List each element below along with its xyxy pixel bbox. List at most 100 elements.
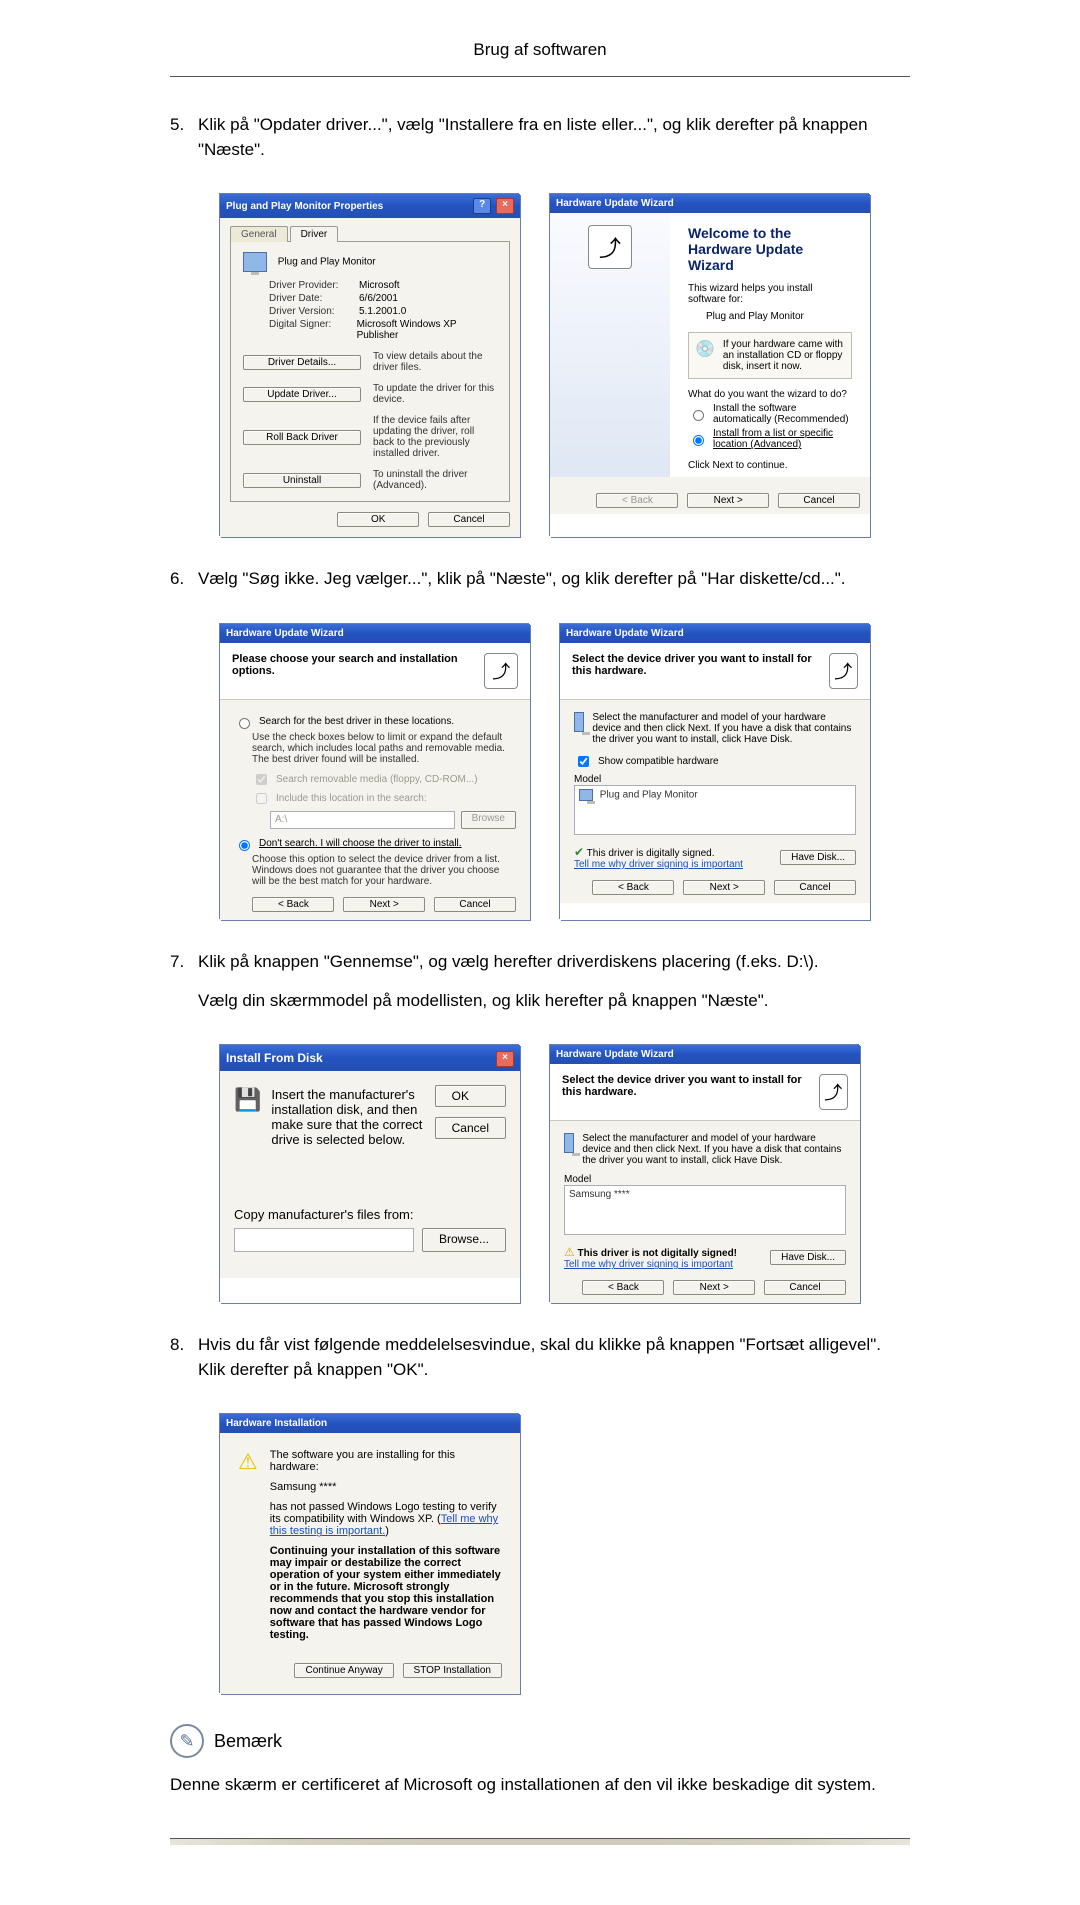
step-8: 8. Hvis du får vist følgende meddelelses… (170, 1333, 910, 1396)
continue-anyway-button[interactable]: Continue Anyway (294, 1663, 393, 1678)
step-body: Klik på knappen "Gennemse", og vælg here… (198, 950, 910, 1027)
close-icon[interactable]: × (496, 198, 514, 214)
wizard-icon: ⤴ (829, 653, 858, 689)
note-label: Bemærk (214, 1731, 282, 1752)
step-body: Klik på "Opdater driver...", vælg "Insta… (198, 113, 910, 176)
step-text: Vælg din skærmmodel på modellisten, og k… (198, 989, 910, 1014)
step-text: Klik på knappen "Gennemse", og vælg here… (198, 950, 910, 975)
cancel-button[interactable]: Cancel (435, 1117, 506, 1139)
next-button[interactable]: Next > (673, 1280, 755, 1295)
driver-details-button[interactable]: Driver Details... (243, 355, 361, 370)
dialog-title: Hardware Update Wizard (556, 1049, 674, 1060)
device-name: Plug and Play Monitor (278, 257, 376, 268)
warning-icon: ⚠ (564, 1245, 575, 1259)
signing-link[interactable]: Tell me why driver signing is important (564, 1259, 733, 1270)
note-icon: ✎ (170, 1724, 204, 1758)
path-field (270, 811, 455, 829)
step-5: 5. Klik på "Opdater driver...", vælg "In… (170, 113, 910, 176)
cd-icon: 💿 (695, 339, 715, 372)
cancel-button[interactable]: Cancel (764, 1280, 846, 1295)
back-button[interactable]: < Back (592, 880, 674, 895)
wizard-icon: ⤴ (819, 1074, 848, 1110)
rollback-driver-button[interactable]: Roll Back Driver (243, 430, 361, 445)
checkbox-removable: Search removable media (floppy, CD-ROM..… (252, 771, 516, 788)
cancel-button[interactable]: Cancel (778, 493, 860, 508)
tab-general[interactable]: General (230, 226, 288, 242)
dialog-title: Hardware Update Wizard (226, 628, 344, 639)
note-text: Denne skærm er certificeret af Microsoft… (170, 1772, 910, 1798)
ok-button[interactable]: OK (337, 512, 419, 527)
monitor-icon (579, 789, 593, 801)
cancel-button[interactable]: Cancel (428, 512, 510, 527)
step-text: Klik på "Opdater driver...", vælg "Insta… (198, 113, 910, 162)
wizard-heading: Select the device driver you want to ins… (572, 653, 829, 677)
monitor-icon (574, 712, 584, 732)
next-button[interactable]: Next > (343, 897, 425, 912)
wizard-icon: ⤴ (588, 225, 632, 269)
monitor-icon (243, 252, 267, 272)
dialog-install-from-disk: Install From Disk × 💾 Insert the manufac… (220, 1045, 520, 1303)
ok-button[interactable]: OK (435, 1085, 506, 1107)
checkbox-compatible[interactable]: Show compatible hardware (574, 753, 856, 770)
cancel-button[interactable]: Cancel (774, 880, 856, 895)
radio-search[interactable]: Search for the best driver in these loca… (234, 715, 516, 729)
footer-gradient (170, 1839, 910, 1845)
dialog-title: Install From Disk (226, 1051, 323, 1065)
back-button[interactable]: < Back (582, 1280, 664, 1295)
step-7: 7. Klik på knappen "Gennemse", og vælg h… (170, 950, 910, 1027)
step-number: 7. (170, 950, 198, 1027)
help-icon[interactable]: ? (473, 198, 491, 214)
disk-icon: 💾 (234, 1087, 261, 1147)
dialog-wizard-select-driver: Hardware Update Wizard Select the device… (560, 624, 870, 920)
uninstall-button[interactable]: Uninstall (243, 473, 361, 488)
note: ✎ Bemærk (170, 1724, 1080, 1758)
back-button[interactable]: < Back (252, 897, 334, 912)
radio-auto[interactable]: Install the software automatically (Reco… (688, 403, 852, 425)
close-icon[interactable]: × (496, 1051, 514, 1067)
dialog-title: Hardware Update Wizard (556, 198, 674, 209)
step-text: Vælg "Søg ikke. Jeg vælger...", klik på … (198, 567, 910, 592)
cancel-button[interactable]: Cancel (434, 897, 516, 912)
radio-dont-search[interactable]: Don't search. I will choose the driver t… (234, 837, 516, 851)
dialog-wizard-welcome: Hardware Update Wizard ⤴ Welcome to the … (550, 194, 870, 537)
radio-list[interactable]: Install from a list or specific location… (688, 428, 852, 450)
tab-driver[interactable]: Driver (290, 226, 339, 242)
step-6: 6. Vælg "Søg ikke. Jeg vælger...", klik … (170, 567, 910, 606)
step-text: Hvis du får vist følgende meddelelsesvin… (198, 1333, 910, 1382)
step-body: Vælg "Søg ikke. Jeg vælger...", klik på … (198, 567, 910, 606)
dialog-hardware-installation: Hardware Installation ⚠ The software you… (220, 1414, 520, 1694)
step-number: 5. (170, 113, 198, 176)
step-number: 6. (170, 567, 198, 606)
monitor-icon (564, 1133, 574, 1153)
warning-icon: ⚠ (238, 1449, 258, 1649)
wizard-icon: ⤴ (484, 653, 518, 689)
wizard-heading: Select the device driver you want to ins… (562, 1074, 819, 1098)
model-listbox[interactable]: Samsung **** (564, 1185, 846, 1235)
back-button: < Back (596, 493, 678, 508)
step-number: 8. (170, 1333, 198, 1396)
checkbox-include: Include this location in the search: (252, 790, 516, 807)
copy-from-label: Copy manufacturer's files from: (234, 1207, 506, 1222)
copy-from-field[interactable] (234, 1228, 414, 1252)
signing-link[interactable]: Tell me why driver signing is important (574, 859, 743, 870)
dialog-wizard-search-options: Hardware Update Wizard Please choose you… (220, 624, 530, 920)
browse-button[interactable]: Browse... (422, 1228, 506, 1252)
dialog-properties: Plug and Play Monitor Properties ? × Gen… (220, 194, 520, 537)
dialog-title: Plug and Play Monitor Properties (226, 201, 383, 212)
dialog-title: Hardware Update Wizard (566, 628, 684, 639)
update-driver-button[interactable]: Update Driver... (243, 387, 361, 402)
dialog-wizard-select-driver-samsung: Hardware Update Wizard Select the device… (550, 1045, 860, 1303)
next-button[interactable]: Next > (683, 880, 765, 895)
have-disk-button[interactable]: Have Disk... (780, 850, 856, 865)
titlebar: Plug and Play Monitor Properties ? × (220, 194, 520, 218)
document-page: Brug af softwaren 5. Klik på "Opdater dr… (0, 0, 1080, 1905)
wizard-heading: Please choose your search and installati… (232, 653, 484, 677)
browse-button: Browse (461, 811, 516, 829)
next-button[interactable]: Next > (687, 493, 769, 508)
have-disk-button[interactable]: Have Disk... (770, 1250, 846, 1265)
dialog-title: Hardware Installation (226, 1418, 327, 1429)
stop-installation-button[interactable]: STOP Installation (403, 1663, 502, 1678)
shield-icon: ✔ (574, 845, 584, 859)
model-listbox[interactable]: Plug and Play Monitor (574, 785, 856, 835)
titlebar: Hardware Update Wizard (550, 194, 870, 213)
